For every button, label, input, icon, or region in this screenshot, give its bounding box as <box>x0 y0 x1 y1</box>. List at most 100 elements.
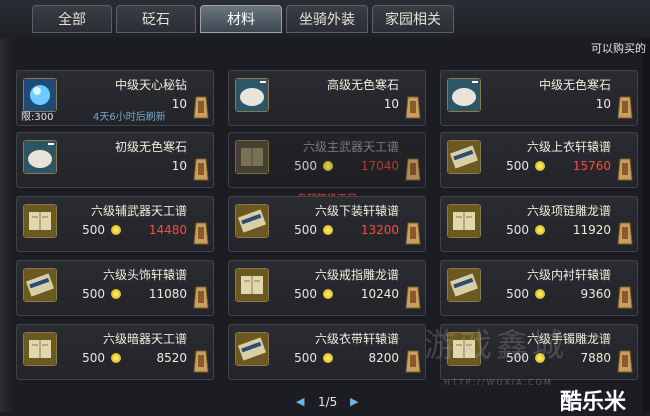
shop-item-card[interactable]: 六级内衬轩辕谱 500 9360 <box>440 260 638 316</box>
recipe-book-icon <box>235 140 269 174</box>
item-price: 9360 <box>580 287 611 301</box>
price-tag-icon <box>405 283 421 309</box>
shop-item-card[interactable]: 六级主武器天工谱50017040名望等级不足 <box>228 132 426 205</box>
coin-icon <box>111 225 121 235</box>
item-name: 高级无色寒石 <box>326 78 399 92</box>
watermark: 游戏鑫城 <box>424 326 569 364</box>
item-price: 17040 <box>360 159 399 173</box>
coin-icon <box>323 289 333 299</box>
purchase-limit: 限:300 <box>21 112 54 123</box>
pagination: ◀ 1/5 ▶ <box>0 392 650 412</box>
stone-icon <box>447 78 481 112</box>
item-price: 11080 <box>148 287 187 301</box>
coin-icon <box>535 161 545 171</box>
item-name: 六级内衬轩辕谱 <box>526 268 611 282</box>
price-tag-icon <box>617 93 633 119</box>
shop-item-card[interactable]: 六级下装轩辕谱 500 13200 <box>228 196 426 252</box>
tab-mount-appearance[interactable]: 坐骑外装 <box>286 5 368 33</box>
recipe-book-icon <box>447 204 481 238</box>
item-name: 六级戒指雕龙谱 <box>314 268 399 282</box>
shop-item-card[interactable]: 六级衣带轩辕谱 500 8200 <box>228 324 426 380</box>
page-indicator: 1/5 <box>318 395 338 409</box>
shop-item-card[interactable]: 六级上衣轩辕谱 500 15760 <box>440 132 638 188</box>
coin-amount: 500 <box>294 351 317 365</box>
stone-icon <box>23 140 57 174</box>
item-quantity: 10 <box>171 97 187 111</box>
site-logo: 酷乐米 <box>560 390 627 415</box>
recipe-book-icon <box>235 332 269 366</box>
price-tag-icon <box>405 93 421 119</box>
gem-icon <box>23 78 57 112</box>
price-tag-icon <box>617 155 633 181</box>
coin-icon <box>111 289 121 299</box>
shop-item-card[interactable]: 六级辅武器天工谱 500 14480 <box>16 196 214 252</box>
shop-item-card[interactable]: 六级项链雕龙谱 500 11920 <box>440 196 638 252</box>
item-price: 14480 <box>148 223 187 237</box>
coin-icon <box>323 225 333 235</box>
prev-page-button[interactable]: ◀ <box>296 395 304 408</box>
shop-item-card[interactable]: 六级暗器天工谱 500 8520 <box>16 324 214 380</box>
shop-item-card[interactable]: 六级戒指雕龙谱 500 10240 <box>228 260 426 316</box>
next-page-button[interactable]: ▶ <box>350 395 358 408</box>
scrollbar-track[interactable] <box>642 38 650 412</box>
item-price: 15760 <box>572 159 611 173</box>
left-frame <box>0 38 14 412</box>
item-name: 中级无色寒石 <box>538 78 611 92</box>
item-quantity: 10 <box>383 97 399 111</box>
price-tag-icon <box>617 347 633 373</box>
shop-item-card[interactable]: 中级无色寒石 10 <box>440 70 638 126</box>
tab-home[interactable]: 家园相关 <box>372 5 454 33</box>
item-price: 13200 <box>360 223 399 237</box>
item-name: 六级主武器天工谱 <box>302 140 399 154</box>
item-name: 六级暗器天工谱 <box>102 332 187 346</box>
shop-item-card[interactable]: 初级无色寒石 10 <box>16 132 214 188</box>
coin-icon <box>535 289 545 299</box>
coin-icon <box>323 161 333 171</box>
coin-amount: 500 <box>294 223 317 237</box>
price-tag-icon <box>405 155 421 181</box>
coin-icon <box>323 353 333 363</box>
stone-icon <box>235 78 269 112</box>
price-tag-icon <box>617 219 633 245</box>
shop-item-card[interactable]: 六级头饰轩辕谱 500 11080 <box>16 260 214 316</box>
item-name: 六级辅武器天工谱 <box>90 204 187 218</box>
item-price: 11920 <box>572 223 611 237</box>
recipe-book-icon <box>23 332 57 366</box>
recipe-book-icon <box>23 204 57 238</box>
item-name: 初级无色寒石 <box>114 140 187 154</box>
refresh-timer: 4天6小时后刷新 <box>93 112 166 123</box>
price-tag-icon <box>193 219 209 245</box>
purchasable-filter-label[interactable]: 可以购买的 <box>591 40 646 56</box>
item-price: 10240 <box>360 287 399 301</box>
price-tag-icon <box>193 93 209 119</box>
tab-all[interactable]: 全部 <box>32 5 112 33</box>
coin-amount: 500 <box>506 159 529 173</box>
tab-materials[interactable]: 材料 <box>200 5 282 33</box>
item-name: 中级天心秘钻 <box>114 78 187 92</box>
price-tag-icon <box>405 347 421 373</box>
price-tag-icon <box>193 347 209 373</box>
coin-amount: 500 <box>82 287 105 301</box>
coin-icon <box>535 225 545 235</box>
watermark-url: HTTP://WUXIA.COM <box>444 378 553 387</box>
recipe-book-icon <box>23 268 57 302</box>
item-price: 8520 <box>156 351 187 365</box>
coin-amount: 500 <box>506 287 529 301</box>
tab-stone[interactable]: 砭石 <box>116 5 196 33</box>
item-name: 六级衣带轩辕谱 <box>314 332 399 346</box>
coin-amount: 500 <box>82 351 105 365</box>
shop-item-card[interactable]: 中级天心秘钻 10 限:300 4天6小时后刷新 <box>16 70 214 126</box>
coin-amount: 500 <box>506 223 529 237</box>
item-quantity: 10 <box>595 97 611 111</box>
item-quantity: 10 <box>171 159 187 173</box>
recipe-book-icon <box>447 140 481 174</box>
shop-item-card[interactable]: 高级无色寒石 10 <box>228 70 426 126</box>
price-tag-icon <box>405 219 421 245</box>
item-price: 8200 <box>368 351 399 365</box>
recipe-book-icon <box>447 268 481 302</box>
item-name: 六级下装轩辕谱 <box>314 204 399 218</box>
coin-icon <box>111 353 121 363</box>
coin-amount: 500 <box>82 223 105 237</box>
price-tag-icon <box>617 283 633 309</box>
recipe-book-icon <box>235 268 269 302</box>
